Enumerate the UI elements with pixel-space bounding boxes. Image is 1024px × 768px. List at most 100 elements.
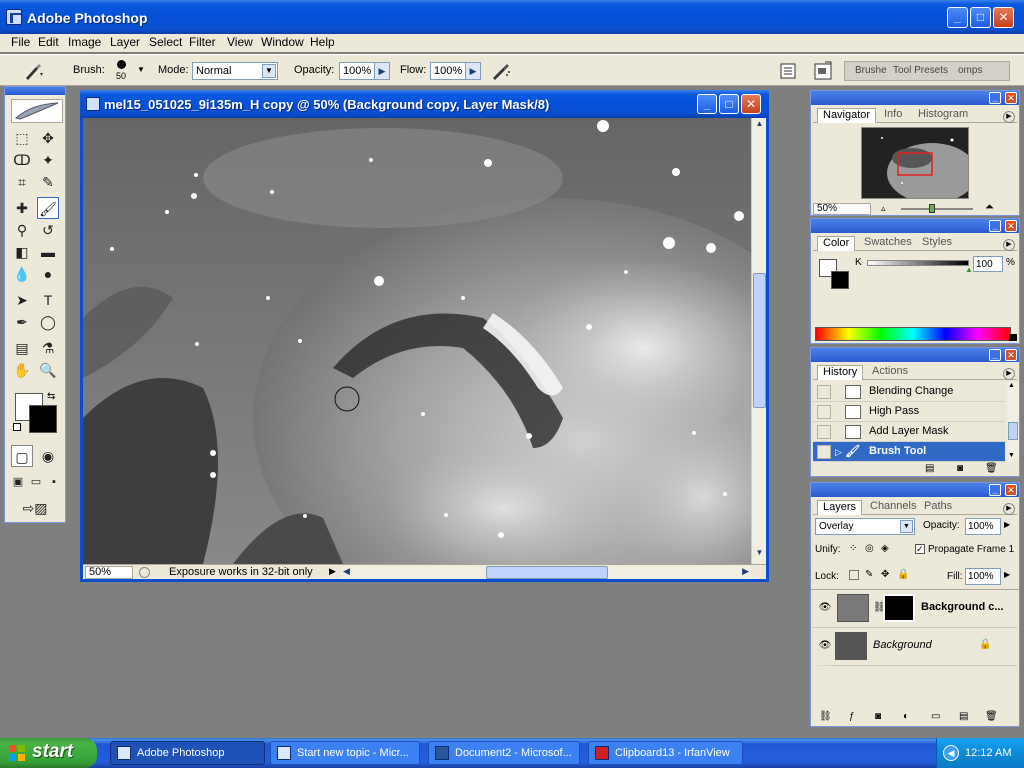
fill-input[interactable]: 100% [965, 568, 1001, 585]
lock-all-icon[interactable]: 🔒 [897, 569, 909, 580]
layer-name[interactable]: Background c... [921, 601, 1004, 613]
menu-select[interactable]: Select [146, 35, 185, 49]
maximize-button[interactable]: □ [970, 7, 991, 28]
screen-mode-full-menu[interactable]: ▭ [27, 471, 45, 493]
move-tool[interactable]: ✥ [37, 127, 59, 149]
screen-mode-full[interactable]: ▪ [45, 471, 63, 493]
close-button[interactable]: ✕ [993, 7, 1014, 28]
scroll-left-button[interactable]: ◀ [343, 566, 350, 577]
new-group-icon[interactable]: ▭ [931, 711, 940, 722]
menu-help[interactable]: Help [307, 35, 338, 49]
trash-icon[interactable]: 🗑 [985, 711, 998, 722]
navigator-zoom-field[interactable]: 50% [813, 203, 871, 215]
tab-navigator[interactable]: Navigator [817, 108, 877, 123]
color-close-button[interactable]: ✕ [1005, 220, 1017, 232]
unify-style-icon[interactable]: ◈ [881, 543, 889, 554]
adjustment-layer-icon[interactable]: ◐ [903, 711, 909, 722]
chevron-down-icon[interactable]: ▼ [900, 520, 913, 533]
doc-close-button[interactable]: ✕ [741, 94, 761, 114]
layer-row-background-copy[interactable]: 👁 ⛓ Background c... [813, 590, 1017, 628]
k-slider-thumb[interactable]: ▲ [965, 265, 973, 274]
history-item[interactable]: High Pass [813, 402, 1005, 422]
history-snapshot-checkbox[interactable] [817, 425, 831, 439]
vertical-scrollbar[interactable]: ▲ ▼ [751, 118, 766, 564]
tab-paths[interactable]: Paths [919, 500, 957, 515]
minimize-button[interactable]: _ [947, 7, 968, 28]
eyedropper-tool[interactable]: ⚗ [37, 337, 59, 359]
airbrush-icon[interactable] [490, 61, 512, 81]
history-snapshot-checkbox[interactable] [817, 405, 831, 419]
layers-close-button[interactable]: ✕ [1005, 484, 1017, 496]
horizontal-scrollbar[interactable]: ◀ ▶ [341, 566, 751, 579]
eye-icon[interactable]: 👁 [817, 602, 833, 614]
well-tab-tool-presets[interactable]: Tool Presets [893, 65, 948, 76]
jump-to-imageready-button[interactable]: ⇨▨ [11, 497, 59, 519]
tab-layers[interactable]: Layers [817, 500, 863, 515]
history-close-button[interactable]: ✕ [1005, 349, 1017, 361]
opacity-slider-button[interactable]: ▶ [374, 62, 390, 80]
menu-edit[interactable]: Edit [35, 35, 62, 49]
navigator-close-button[interactable]: ✕ [1005, 92, 1017, 104]
chevron-down-icon[interactable]: ▼ [262, 64, 276, 78]
color-header[interactable]: _ ✕ [811, 219, 1019, 233]
navigator-minimize-button[interactable]: _ [989, 92, 1001, 104]
doc-maximize-button[interactable]: □ [719, 94, 739, 114]
zoom-slider-thumb[interactable] [929, 204, 935, 213]
path-selection-tool[interactable]: ➤ [11, 289, 33, 311]
zoom-in-icon[interactable]: ⏶ [985, 201, 994, 214]
flow-input[interactable]: 100% [430, 62, 466, 80]
new-document-from-state-icon[interactable]: ▤ [925, 463, 934, 474]
unify-visibility-icon[interactable]: ◎ [865, 543, 874, 554]
layer-opacity-input[interactable]: 100% [965, 518, 1001, 535]
task-browser[interactable]: Start new topic - Micr... [270, 741, 420, 765]
status-menu-arrow[interactable]: ▶ [329, 566, 336, 577]
tab-styles[interactable]: Styles [917, 236, 957, 251]
image-canvas[interactable] [83, 118, 751, 564]
task-photoshop[interactable]: Adobe Photoshop [110, 741, 265, 765]
new-layer-icon[interactable]: ▤ [959, 711, 968, 722]
history-scroll-down[interactable]: ▼ [1008, 452, 1015, 459]
menu-view[interactable]: View [224, 35, 256, 49]
shape-tool[interactable]: ◯ [37, 311, 59, 333]
brush-tool[interactable]: 🖌 [37, 197, 59, 219]
history-minimize-button[interactable]: _ [989, 349, 1001, 361]
layer-thumbnail[interactable] [837, 594, 869, 622]
history-menu-icon[interactable]: ▶ [1003, 368, 1015, 380]
lock-transparency-icon[interactable] [849, 570, 859, 580]
eraser-tool[interactable]: ◧ [11, 241, 33, 263]
crop-tool[interactable]: ⌗ [11, 171, 33, 193]
menu-image[interactable]: Image [65, 35, 104, 49]
color-menu-icon[interactable]: ▶ [1003, 239, 1015, 251]
layers-menu-icon[interactable]: ▶ [1003, 503, 1015, 515]
standard-mode-button[interactable]: ▢ [11, 445, 33, 467]
opacity-input[interactable]: 100% [339, 62, 375, 80]
file-browser-icon[interactable] [811, 59, 835, 83]
palette-icon[interactable] [778, 61, 798, 81]
zoom-tool[interactable]: 🔍 [37, 359, 59, 381]
notes-tool[interactable]: ▤ [11, 337, 33, 359]
history-scrollbar[interactable]: ▲ ▼ [1007, 382, 1019, 462]
document-title-bar[interactable]: mel15_051025_9i135m_H copy @ 50% (Backgr… [80, 90, 769, 118]
brush-dropdown-icon[interactable]: ▼ [137, 65, 145, 74]
tab-history[interactable]: History [817, 365, 864, 380]
history-snapshot-checkbox[interactable] [817, 445, 831, 459]
zoom-out-icon[interactable]: ▵ [881, 203, 886, 214]
tab-color[interactable]: Color [817, 236, 856, 251]
brush-icon[interactable] [22, 63, 44, 81]
tab-histogram[interactable]: Histogram [913, 108, 973, 123]
trash-icon[interactable]: 🗑 [985, 463, 998, 474]
toolbox-header[interactable] [5, 87, 65, 95]
navigator-thumbnail[interactable] [861, 127, 969, 199]
flow-slider-button[interactable]: ▶ [465, 62, 481, 80]
history-scroll-thumb[interactable] [1008, 422, 1018, 440]
blend-mode-select[interactable]: Overlay ▼ [815, 518, 915, 535]
status-options-icon[interactable] [139, 567, 150, 578]
eye-icon[interactable]: 👁 [817, 640, 833, 652]
layer-mask-thumbnail[interactable] [883, 594, 915, 622]
navigator-menu-icon[interactable]: ▶ [1003, 111, 1015, 123]
lock-paint-icon[interactable]: ✎ [865, 569, 873, 580]
magic-wand-tool[interactable]: ✦ [37, 149, 59, 171]
zoom-slider-track[interactable] [901, 208, 973, 210]
link-layers-icon[interactable]: ⛓ [819, 711, 832, 722]
type-tool[interactable]: T [37, 289, 59, 311]
